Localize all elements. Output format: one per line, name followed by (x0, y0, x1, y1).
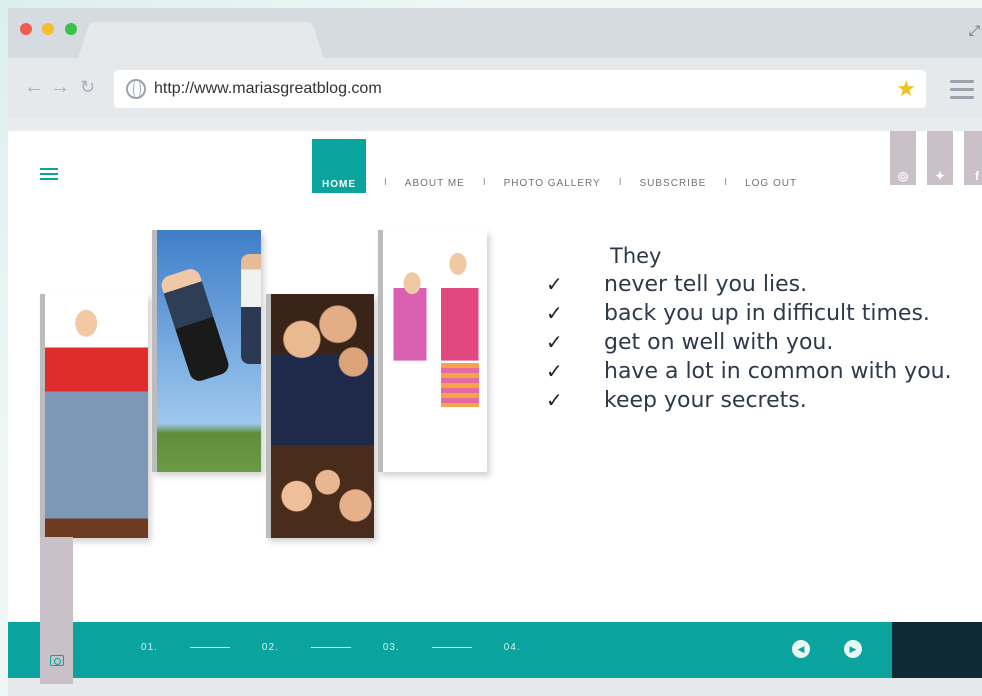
browser-window: ⤢ ← → ↻ http://www.mariasgreatblog.com ★… (8, 8, 982, 696)
photo-holding-hands-girls (383, 230, 487, 472)
checklist-item: ✓ get on well with you. (546, 330, 834, 355)
bookmark-star-icon[interactable]: ★ (896, 76, 916, 102)
reload-icon[interactable]: ↻ (80, 75, 95, 99)
site-header: HOME I ABOUT ME I PHOTO GALLERY I SUBSCR… (8, 131, 982, 193)
checklist-title: They (610, 244, 662, 268)
camera-icon[interactable] (50, 655, 64, 666)
facebook-icon[interactable]: f (964, 131, 982, 185)
checklist-item: ✓ have a lot in common with you. (546, 359, 952, 384)
friend-checklist: They ✓ never tell you lies. ✓ back you u… (546, 242, 952, 415)
nav-separator: I (384, 177, 387, 188)
tab-bar: ⤢ (8, 8, 982, 58)
main-nav: HOME I ABOUT ME I PHOTO GALLERY I SUBSCR… (312, 131, 797, 193)
browser-menu-icon[interactable] (950, 80, 974, 104)
check-icon: ✓ (546, 359, 563, 383)
step-04[interactable]: 04. (504, 642, 521, 653)
step-divider (310, 647, 351, 648)
toolbar-divider (8, 118, 982, 131)
globe-icon (126, 79, 146, 99)
nav-about-me[interactable]: ABOUT ME (405, 178, 465, 193)
hamburger-menu-icon[interactable] (40, 168, 58, 183)
nav-separator: I (724, 177, 728, 188)
nav-subscribe[interactable]: SUBSCRIBE (640, 178, 707, 193)
step-01[interactable]: 01. (141, 642, 158, 653)
nav-log-out[interactable]: LOG OUT (745, 178, 797, 193)
nav-photo-gallery[interactable]: PHOTO GALLERY (504, 178, 601, 193)
photo-group-smiling (271, 294, 374, 446)
check-icon: ✓ (546, 272, 563, 296)
photo-strip-girls[interactable] (378, 230, 487, 472)
close-window-button[interactable] (20, 23, 32, 35)
gallery-sidebar-tab[interactable] (40, 537, 73, 684)
forward-arrow-icon[interactable]: → (50, 75, 70, 99)
browser-toolbar: ← → ↻ http://www.mariasgreatblog.com ★ (8, 58, 982, 118)
bottom-frame (8, 678, 982, 696)
photo-strip-hugging-kids[interactable] (40, 294, 148, 538)
nav-separator: I (482, 177, 486, 188)
previous-slide-icon[interactable]: ◀ (792, 640, 810, 658)
maximize-window-button[interactable] (65, 23, 77, 35)
checklist-item: ✓ back you up in difficult times. (546, 301, 930, 326)
next-slide-icon[interactable]: ▶ (844, 640, 862, 658)
check-icon: ✓ (546, 388, 563, 412)
checklist-item: ✓ never tell you lies. (546, 272, 808, 297)
checklist-item: ✓ keep your secrets. (546, 388, 807, 413)
slider-footer: 01. 02. 03. 04. ◀ ▶ (8, 622, 982, 678)
nav-home[interactable]: HOME (312, 139, 366, 193)
photo-group-circle (271, 445, 374, 538)
check-icon: ✓ (546, 330, 563, 354)
browser-tab[interactable] (90, 22, 312, 58)
photo-strip-group[interactable] (266, 294, 374, 538)
step-divider (189, 647, 230, 648)
check-icon: ✓ (546, 301, 563, 325)
address-bar[interactable]: http://www.mariasgreatblog.com ★ (114, 70, 926, 108)
minimize-window-button[interactable] (42, 23, 54, 35)
photo-hugging-kids (45, 294, 148, 538)
url-text[interactable]: http://www.mariasgreatblog.com (154, 80, 382, 98)
back-arrow-icon[interactable]: ← (24, 75, 44, 99)
photo-strip-jumping[interactable] (152, 230, 261, 472)
step-divider (431, 647, 472, 648)
fullscreen-icon[interactable]: ⤢ (969, 22, 980, 39)
step-03[interactable]: 03. (383, 642, 400, 653)
twitter-icon[interactable]: ✦ (927, 131, 953, 185)
footer-dark-block (892, 622, 982, 678)
photo-jumping-friends (157, 230, 261, 472)
nav-separator: I (618, 177, 622, 188)
step-02[interactable]: 02. (262, 642, 279, 653)
instagram-icon[interactable]: ◎ (890, 131, 916, 185)
slide-steps: 01. 02. 03. 04. (141, 642, 521, 653)
